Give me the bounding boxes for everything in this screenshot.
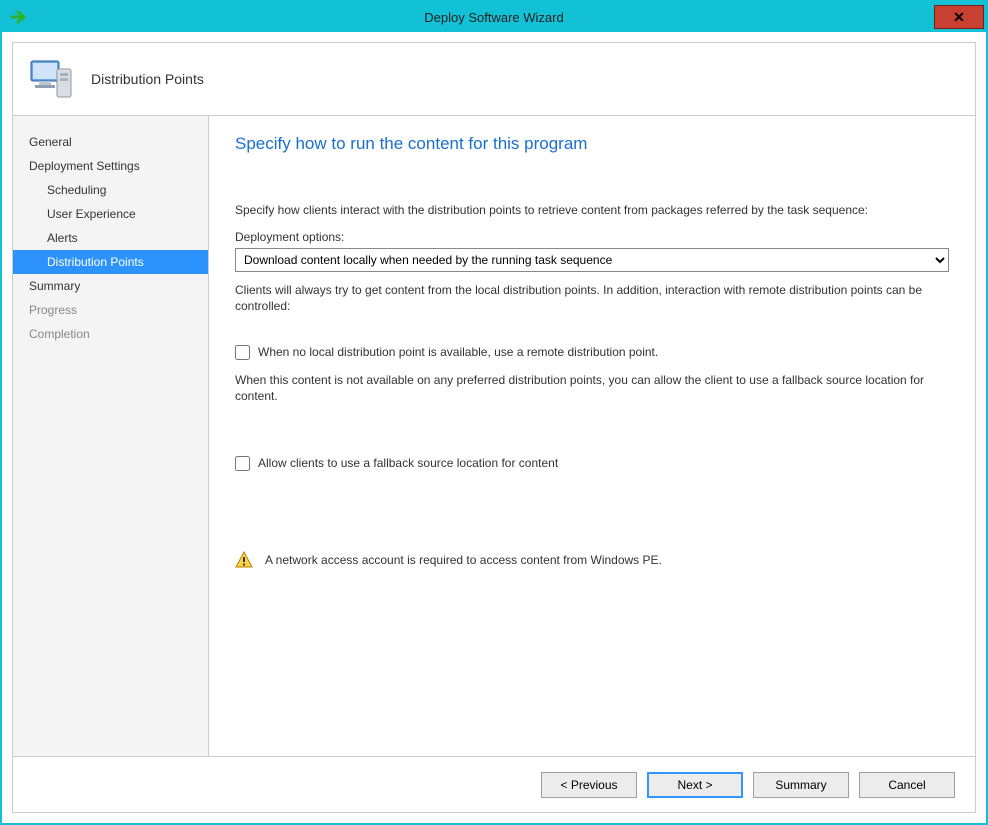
forward-arrow-icon <box>10 9 30 25</box>
close-button[interactable]: ✕ <box>934 5 984 29</box>
sidebar-item-alerts[interactable]: Alerts <box>13 226 208 250</box>
summary-button[interactable]: Summary <box>753 772 849 798</box>
warning-icon <box>235 551 253 569</box>
wizard-header: Distribution Points <box>13 43 975 115</box>
deployment-options-label: Deployment options: <box>235 230 949 244</box>
sidebar-item-general[interactable]: General <box>13 130 208 154</box>
remote-dp-checkbox[interactable] <box>235 345 250 360</box>
sidebar-item-deployment-settings[interactable]: Deployment Settings <box>13 154 208 178</box>
remote-dp-label[interactable]: When no local distribution point is avai… <box>258 345 658 359</box>
fallback-checkbox[interactable] <box>235 456 250 471</box>
fallback-label[interactable]: Allow clients to use a fallback source l… <box>258 456 558 470</box>
next-button[interactable]: Next > <box>647 772 743 798</box>
page-title: Distribution Points <box>91 71 204 87</box>
deployment-options-select[interactable]: Download content locally when needed by … <box>235 248 949 272</box>
titlebar: Deploy Software Wizard ✕ <box>2 2 986 32</box>
fallback-note: When this content is not available on an… <box>235 372 949 404</box>
wizard-footer: < Previous Next > Summary Cancel <box>13 756 975 812</box>
wizard-content: Specify how to run the content for this … <box>209 116 975 756</box>
sidebar-item-distribution-points[interactable]: Distribution Points <box>13 250 208 274</box>
intro-text: Specify how clients interact with the di… <box>235 202 949 218</box>
window-title: Deploy Software Wizard <box>2 10 986 25</box>
sidebar-item-summary[interactable]: Summary <box>13 274 208 298</box>
sidebar-item-user-experience[interactable]: User Experience <box>13 202 208 226</box>
clients-note: Clients will always try to get content f… <box>235 282 949 314</box>
computer-icon <box>27 55 75 103</box>
sidebar-item-completion: Completion <box>13 322 208 346</box>
sidebar-item-scheduling[interactable]: Scheduling <box>13 178 208 202</box>
wizard-split: General Deployment Settings Scheduling U… <box>13 115 975 756</box>
wizard-sidebar: General Deployment Settings Scheduling U… <box>13 116 209 756</box>
previous-button[interactable]: < Previous <box>541 772 637 798</box>
wizard-body: Distribution Points General Deployment S… <box>12 42 976 813</box>
warning-row: A network access account is required to … <box>235 551 949 569</box>
wizard-window: Deploy Software Wizard ✕ Distribution Po… <box>0 0 988 825</box>
sidebar-item-progress: Progress <box>13 298 208 322</box>
cancel-button[interactable]: Cancel <box>859 772 955 798</box>
content-heading: Specify how to run the content for this … <box>235 134 949 154</box>
warning-text: A network access account is required to … <box>265 553 662 567</box>
close-icon: ✕ <box>953 9 965 26</box>
fallback-row: Allow clients to use a fallback source l… <box>235 456 949 471</box>
remote-dp-row: When no local distribution point is avai… <box>235 345 949 360</box>
